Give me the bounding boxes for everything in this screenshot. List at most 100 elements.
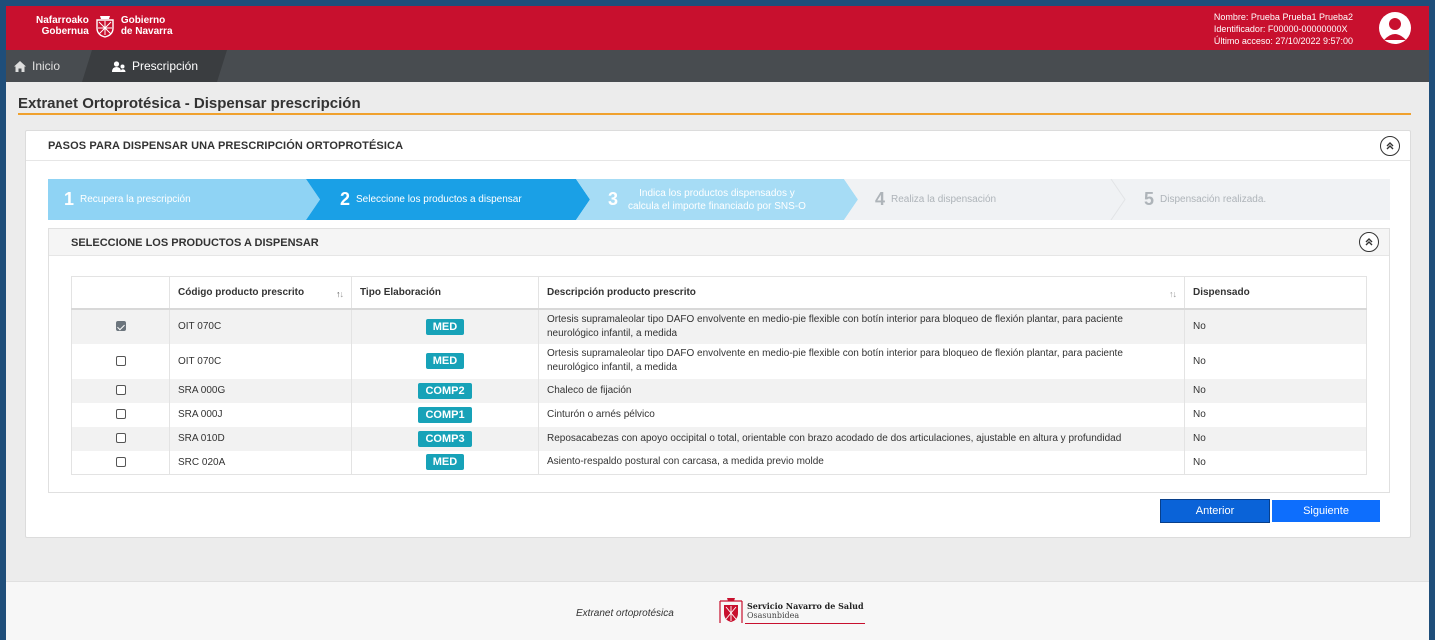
row-dispensed: No xyxy=(1184,450,1367,475)
row-dispensed: No xyxy=(1184,402,1367,427)
table-row[interactable]: OIT 070C MED Ortesis supramaleolar tipo … xyxy=(71,308,1367,344)
row-checkbox[interactable] xyxy=(115,433,126,444)
type-badge: MED xyxy=(425,353,465,369)
col-type: Tipo Elaboración xyxy=(351,276,539,310)
table-header-row: Código producto prescrito ↑↓ Tipo Elabor… xyxy=(71,276,1367,310)
step-4-number: 4 xyxy=(875,189,886,209)
row-select-cell xyxy=(71,343,170,379)
nav-tab-label: Prescripción xyxy=(132,59,199,73)
gobierno-navarra-logo[interactable]: Nafarroako Gobernua Gobierno de Navarra xyxy=(36,14,173,38)
type-badge: MED xyxy=(425,318,465,335)
home-icon xyxy=(14,60,26,72)
row-description: Ortesis supramaleolar tipo DAFO envolven… xyxy=(538,308,1185,344)
row-dispensed: No xyxy=(1184,343,1367,379)
sns-logo-line1: Servicio Navarro de Salud xyxy=(747,601,864,611)
row-type-cell: MED xyxy=(351,308,539,344)
steps-wizard: 1 Recupera la prescripción 2 Seleccione … xyxy=(48,179,1390,220)
collapse-products-button[interactable] xyxy=(1359,232,1379,252)
sns-logo-underline xyxy=(745,623,865,624)
row-description-line1: Ortesis supramaleolar tipo DAFO envolven… xyxy=(547,313,1123,325)
table-row[interactable]: SRA 000G COMP2 Chaleco de fijación No xyxy=(71,378,1367,403)
collapse-steps-button[interactable] xyxy=(1380,136,1400,156)
row-type-cell: COMP3 xyxy=(351,426,539,451)
products-panel-header: SELECCIONE LOS PRODUCTOS A DISPENSAR xyxy=(49,229,1389,256)
app-frame: Nafarroako Gobernua Gobierno de Navarra … xyxy=(6,6,1429,640)
table-row[interactable]: SRC 020A MED Asiento-respaldo postural c… xyxy=(71,450,1367,475)
step-3-label: Indica los productos dispensados y calcu… xyxy=(628,187,806,213)
sort-icon[interactable]: ↑↓ xyxy=(336,289,344,299)
col-code-label: Código producto prescrito xyxy=(178,286,305,298)
row-checkbox[interactable] xyxy=(115,385,126,396)
steps-panel: PASOS PARA DISPENSAR UNA PRESCRIPCIÓN OR… xyxy=(25,130,1411,538)
step-4-label: Realiza la dispensación xyxy=(891,194,997,205)
step-5[interactable]: 5 Dispensación realizada. xyxy=(1144,179,1266,220)
previous-button[interactable]: Anterior xyxy=(1160,499,1270,523)
row-type-cell: COMP2 xyxy=(351,378,539,403)
step-2-label: Seleccione los productos a dispensar xyxy=(356,194,522,205)
table-row[interactable]: OIT 070C MED Ortesis supramaleolar tipo … xyxy=(71,343,1367,379)
users-icon xyxy=(112,60,126,72)
sns-logo[interactable]: Servicio Navarro de Salud Osasunbidea xyxy=(719,597,865,625)
step-3-number: 3 xyxy=(608,189,619,209)
row-dispensed: No xyxy=(1184,308,1367,344)
nav-tab-prescripcion[interactable]: Prescripción xyxy=(82,50,227,82)
row-description: Reposacabezas con apoyo occipital o tota… xyxy=(538,426,1185,451)
footer-text: Extranet ortoprotésica xyxy=(576,608,674,619)
col-select xyxy=(71,276,170,310)
type-badge: MED xyxy=(425,454,465,471)
row-code: SRC 020A xyxy=(169,450,352,475)
table-row[interactable]: SRA 010D COMP3 Reposacabezas con apoyo o… xyxy=(71,426,1367,451)
navarra-shield-icon xyxy=(719,598,743,623)
sns-logo-text: Servicio Navarro de Salud Osasunbidea xyxy=(747,601,864,621)
table-row[interactable]: SRA 000J COMP1 Cinturón o arnés pélvico … xyxy=(71,402,1367,427)
row-type-cell: COMP1 xyxy=(351,402,539,427)
row-code: SRA 000J xyxy=(169,402,352,427)
row-description-line2: neurológico infantil, a medida xyxy=(547,362,678,373)
step-5-number: 5 xyxy=(1144,189,1155,209)
step-4[interactable]: 4 Realiza la dispensación xyxy=(875,179,996,220)
products-table: Código producto prescrito ↑↓ Tipo Elabor… xyxy=(71,276,1367,475)
double-chevron-up-icon xyxy=(1365,238,1373,246)
double-chevron-up-icon xyxy=(1386,142,1394,150)
type-badge: COMP3 xyxy=(418,430,472,447)
row-description: Cinturón o arnés pélvico xyxy=(538,402,1185,427)
user-identifier: Identificador: F00000-00000000X xyxy=(1213,24,1348,34)
sort-icon[interactable]: ↑↓ xyxy=(1169,289,1177,299)
nav-home-link[interactable]: Inicio xyxy=(14,50,60,82)
steps-panel-header: PASOS PARA DISPENSAR UNA PRESCRIPCIÓN OR… xyxy=(26,131,1410,161)
steps-panel-title: PASOS PARA DISPENSAR UNA PRESCRIPCIÓN OR… xyxy=(48,140,404,152)
step-1[interactable]: 1 Recupera la prescripción xyxy=(64,179,191,220)
row-description: Chaleco de fijación xyxy=(538,378,1185,403)
row-type-cell: MED xyxy=(351,450,539,475)
row-select-cell xyxy=(71,450,170,475)
logo-text-spanish-2: de Navarra xyxy=(120,26,173,37)
row-description-line2: neurológico infantil, a medida xyxy=(547,327,678,339)
nav-home-label: Inicio xyxy=(32,59,61,73)
step-1-label: Recupera la prescripción xyxy=(80,194,191,205)
row-checkbox[interactable] xyxy=(115,457,126,468)
row-select-cell xyxy=(71,426,170,451)
nav-bar: Inicio Prescripción xyxy=(6,50,1429,82)
row-description-line1: Ortesis supramaleolar tipo DAFO envolven… xyxy=(547,348,1123,359)
top-header: Nafarroako Gobernua Gobierno de Navarra … xyxy=(6,6,1429,50)
row-checkbox[interactable] xyxy=(115,321,126,332)
row-dispensed: No xyxy=(1184,426,1367,451)
col-code[interactable]: Código producto prescrito ↑↓ xyxy=(169,276,352,310)
row-description: Asiento-respaldo postural con carcasa, a… xyxy=(538,450,1185,475)
row-code: SRA 010D xyxy=(169,426,352,451)
products-panel-title: SELECCIONE LOS PRODUCTOS A DISPENSAR xyxy=(71,237,319,249)
step-3[interactable]: 3 Indica los productos dispensados y cal… xyxy=(608,179,806,220)
step-1-number: 1 xyxy=(64,189,75,209)
row-checkbox[interactable] xyxy=(115,409,126,420)
products-panel: SELECCIONE LOS PRODUCTOS A DISPENSAR Cód… xyxy=(48,228,1390,493)
user-avatar-icon[interactable] xyxy=(1379,12,1411,44)
row-checkbox[interactable] xyxy=(115,355,126,366)
col-dispensed: Dispensado xyxy=(1184,276,1367,310)
step-2[interactable]: 2 Seleccione los productos a dispensar xyxy=(340,179,522,220)
type-badge: COMP2 xyxy=(418,382,472,399)
next-button[interactable]: Siguiente xyxy=(1272,500,1380,522)
logo-text-basque-2: Gobernua xyxy=(41,26,89,37)
row-select-cell xyxy=(71,402,170,427)
col-description[interactable]: Descripción producto prescrito ↑↓ xyxy=(538,276,1185,310)
title-divider xyxy=(18,113,1411,115)
